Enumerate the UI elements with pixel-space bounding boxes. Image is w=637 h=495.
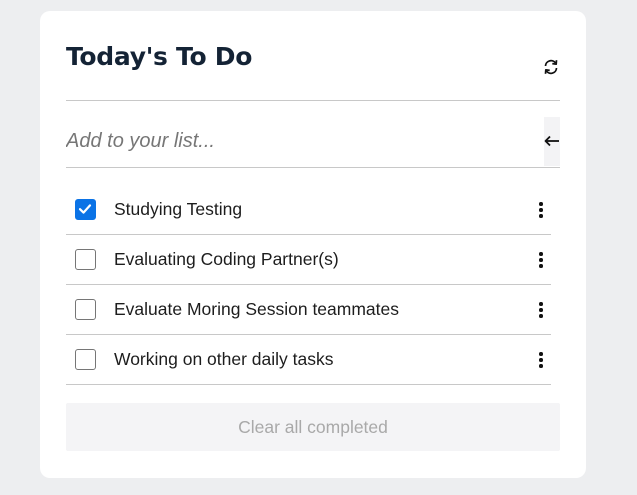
list-item: Working on other daily tasks [66,335,551,385]
task-checkbox[interactable] [75,249,96,270]
task-label: Working on other daily tasks [114,349,334,369]
submit-task-button[interactable] [544,117,560,166]
add-task-row [66,117,560,168]
page-title: Today's To Do [66,42,253,71]
task-checkbox[interactable] [75,299,96,320]
todo-card: Today's To Do Studying Te [40,11,586,478]
todo-header: Today's To Do [66,11,560,101]
left-arrow-icon [544,135,559,147]
task-checkbox[interactable] [75,199,96,220]
list-item: Evaluate Moring Session teammates [66,285,551,335]
task-label: Evaluating Coding Partner(s) [114,249,339,269]
refresh-icon[interactable] [542,58,560,76]
task-label: Evaluate Moring Session teammates [114,299,399,319]
checkmark-icon [78,204,92,214]
clear-completed-button[interactable]: Clear all completed [66,403,560,451]
kebab-menu-icon[interactable] [535,251,547,269]
list-item: Evaluating Coding Partner(s) [66,235,551,285]
task-label: Studying Testing [114,199,243,219]
list-item: Studying Testing [66,185,551,235]
add-task-input[interactable] [66,117,536,166]
task-list: Studying Testing Evaluating Coding Partn… [66,185,551,385]
kebab-menu-icon[interactable] [535,201,547,219]
task-checkbox[interactable] [75,349,96,370]
kebab-menu-icon[interactable] [535,351,547,369]
kebab-menu-icon[interactable] [535,301,547,319]
